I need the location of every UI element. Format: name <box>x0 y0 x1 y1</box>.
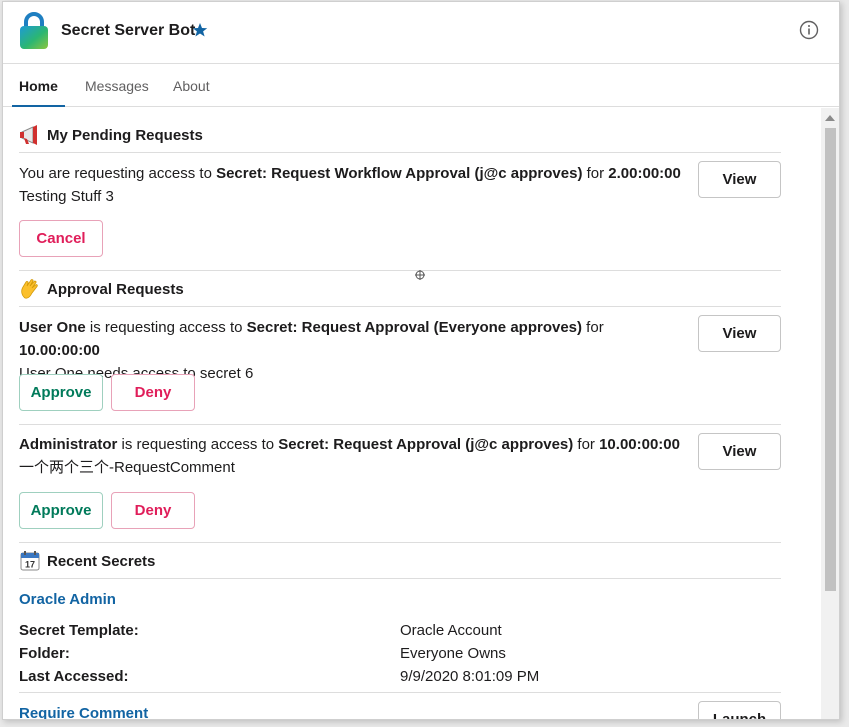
tab-bar: Home Messages About <box>3 64 839 107</box>
deny-button[interactable]: Deny <box>111 492 195 529</box>
pending-request-text: You are requesting access to Secret: Req… <box>19 162 684 208</box>
secret-name: Secret: Request Approval (Everyone appro… <box>246 319 583 336</box>
deny-button[interactable]: Deny <box>111 374 195 411</box>
scroll-thumb[interactable] <box>825 128 836 591</box>
pending-requests-title: My Pending Requests <box>47 126 203 144</box>
star-icon[interactable] <box>192 22 208 38</box>
requester-name: Administrator <box>19 436 118 453</box>
vertical-scrollbar[interactable] <box>821 108 839 719</box>
launch-button[interactable]: Launch <box>698 701 781 719</box>
app-header: Secret Server Bot <box>3 2 839 64</box>
divider <box>19 542 781 543</box>
lock-icon <box>20 12 48 49</box>
request-comment: 一个两个三个-RequestComment <box>19 459 235 476</box>
approve-button[interactable]: Approve <box>19 374 103 411</box>
tab-messages[interactable]: Messages <box>85 78 149 94</box>
calendar-icon: 17 <box>20 551 40 571</box>
crosshair-cursor-icon <box>415 270 425 280</box>
duration: 10.00:00:00 <box>19 342 100 359</box>
duration: 10.00:00:00 <box>599 436 680 453</box>
app-window: Secret Server Bot Home Messages About My… <box>2 1 840 720</box>
requester-name: User One <box>19 319 86 336</box>
tab-about[interactable]: About <box>173 78 210 94</box>
approve-button[interactable]: Approve <box>19 492 103 529</box>
app-title: Secret Server Bot <box>61 22 196 39</box>
secret-name: Secret: Request Approval (j@c approves) <box>278 436 574 453</box>
divider <box>19 306 781 307</box>
field-label: Folder: <box>19 645 70 662</box>
approval-request-text: Administrator is requesting access to Se… <box>19 433 684 479</box>
view-button[interactable]: View <box>698 161 781 198</box>
field-value: Everyone Owns <box>400 645 506 662</box>
cancel-button[interactable]: Cancel <box>19 220 103 257</box>
view-button[interactable]: View <box>698 433 781 470</box>
waving-hand-icon <box>21 279 38 299</box>
pending-requests-heading: My Pending Requests <box>19 124 203 146</box>
divider <box>19 424 781 425</box>
divider <box>19 270 781 271</box>
field-label: Secret Template: <box>19 622 139 639</box>
divider <box>19 152 781 153</box>
recent-secrets-title: Recent Secrets <box>47 552 156 570</box>
active-tab-indicator <box>12 105 65 107</box>
field-label: Last Accessed: <box>19 668 129 685</box>
field-value: 9/9/2020 8:01:09 PM <box>400 668 540 685</box>
divider <box>19 578 781 579</box>
megaphone-icon <box>20 125 37 145</box>
tab-home[interactable]: Home <box>19 78 58 94</box>
scroll-up-arrow-icon[interactable] <box>825 115 835 121</box>
svg-text:17: 17 <box>25 560 35 570</box>
info-icon[interactable] <box>799 20 819 40</box>
view-button[interactable]: View <box>698 315 781 352</box>
secret-link[interactable]: Oracle Admin <box>19 591 116 608</box>
duration: 2.00:00:00 <box>608 165 681 182</box>
secret-link[interactable]: Require Comment <box>19 705 148 719</box>
divider <box>19 692 781 693</box>
approval-requests-title: Approval Requests <box>47 280 184 298</box>
recent-secrets-heading: 17 Recent Secrets <box>19 550 155 572</box>
approval-requests-heading: Approval Requests <box>19 278 184 300</box>
field-value: Oracle Account <box>400 622 502 639</box>
home-content: My Pending Requests You are requesting a… <box>3 108 823 719</box>
secret-name: Secret: Request Workflow Approval (j@c a… <box>216 165 583 182</box>
request-comment: Testing Stuff 3 <box>19 188 114 205</box>
